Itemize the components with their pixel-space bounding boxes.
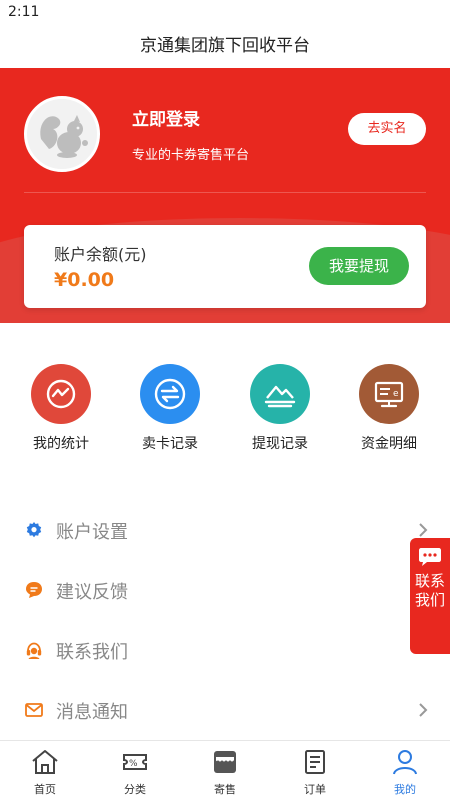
menu-item-label: 联系我们 <box>56 642 128 663</box>
store-icon <box>214 751 236 773</box>
balance-value: ¥0.00 <box>54 269 115 291</box>
profile-header: 立即登录 专业的卡券寄售平台 去实名 账户余额(元) ¥0.00 我要提现 <box>0 68 450 323</box>
chevron-right-icon <box>419 703 428 717</box>
tab-label: 订单 <box>304 783 326 796</box>
squirrel-avatar-icon <box>27 99 97 169</box>
profile-subtitle: 专业的卡券寄售平台 <box>132 148 250 163</box>
svg-text:%: % <box>129 759 138 769</box>
status-bar: 2:11 <box>0 0 450 26</box>
tab-label: 寄售 <box>214 783 236 796</box>
login-link[interactable]: 立即登录 <box>132 105 200 130</box>
ticket-icon: % <box>123 754 147 770</box>
quick-action-label: 卖卡记录 <box>142 436 198 452</box>
chat-bubble-icon <box>419 548 441 566</box>
svg-text:e: e <box>393 389 399 399</box>
menu-item-feedback[interactable]: 建议反馈 <box>0 560 450 620</box>
mail-icon <box>25 703 43 717</box>
quick-action-statistics[interactable]: 我的统计 <box>6 364 116 453</box>
floating-contact-button[interactable]: 联系我们 <box>410 538 450 654</box>
page-title: 京通集团旗下回收平台 <box>140 36 310 56</box>
exchange-icon <box>140 364 200 424</box>
tab-orders[interactable]: 订单 <box>270 741 360 800</box>
quick-action-label: 提现记录 <box>252 436 308 452</box>
floating-contact-label: 联系我们 <box>414 572 445 609</box>
balance-label: 账户余额(元) <box>54 245 147 264</box>
feedback-icon <box>26 582 42 598</box>
status-time: 2:11 <box>8 4 40 20</box>
tab-label: 分类 <box>124 783 146 796</box>
quick-actions: 我的统计 卖卡记录 提现记录 e 资金明细 <box>0 364 450 464</box>
avatar[interactable] <box>24 96 100 172</box>
quick-action-label: 资金明细 <box>361 436 417 452</box>
withdraw-button[interactable]: 我要提现 <box>309 247 409 285</box>
chevron-right-icon <box>419 523 428 537</box>
quick-action-withdraw-records[interactable]: 提现记录 <box>225 364 335 453</box>
quick-action-sell-records[interactable]: 卖卡记录 <box>115 364 225 453</box>
quick-action-label: 我的统计 <box>33 436 89 452</box>
verify-identity-button[interactable]: 去实名 <box>348 113 426 145</box>
statistics-icon <box>31 364 91 424</box>
order-icon <box>305 750 325 774</box>
landscape-icon <box>250 364 310 424</box>
divider <box>24 192 426 193</box>
tab-consign[interactable]: 寄售 <box>180 741 270 800</box>
title-bar: 京通集团旗下回收平台 <box>0 26 450 68</box>
monitor-icon: e <box>359 364 419 424</box>
user-icon <box>393 750 417 775</box>
menu-item-label: 账户设置 <box>56 522 128 543</box>
bottom-tab-bar: 首页 % 分类 寄售 订单 我的 <box>0 740 450 800</box>
gear-icon <box>26 522 42 538</box>
home-icon <box>32 750 58 774</box>
menu-item-account-settings[interactable]: 账户设置 <box>0 500 450 560</box>
menu-item-label: 消息通知 <box>56 702 128 723</box>
tab-category[interactable]: % 分类 <box>90 741 180 800</box>
menu-item-contact-us[interactable]: 联系我们 <box>0 620 450 680</box>
tab-home[interactable]: 首页 <box>0 741 90 800</box>
headset-icon <box>26 642 42 659</box>
quick-action-fund-details[interactable]: e 资金明细 <box>334 364 444 453</box>
tab-label: 首页 <box>34 783 56 796</box>
menu-item-notifications[interactable]: 消息通知 <box>0 680 450 740</box>
balance-card: 账户余额(元) ¥0.00 我要提现 <box>24 225 426 308</box>
tab-label: 我的 <box>394 783 416 796</box>
menu-item-label: 建议反馈 <box>56 582 128 603</box>
tab-mine[interactable]: 我的 <box>360 741 450 800</box>
